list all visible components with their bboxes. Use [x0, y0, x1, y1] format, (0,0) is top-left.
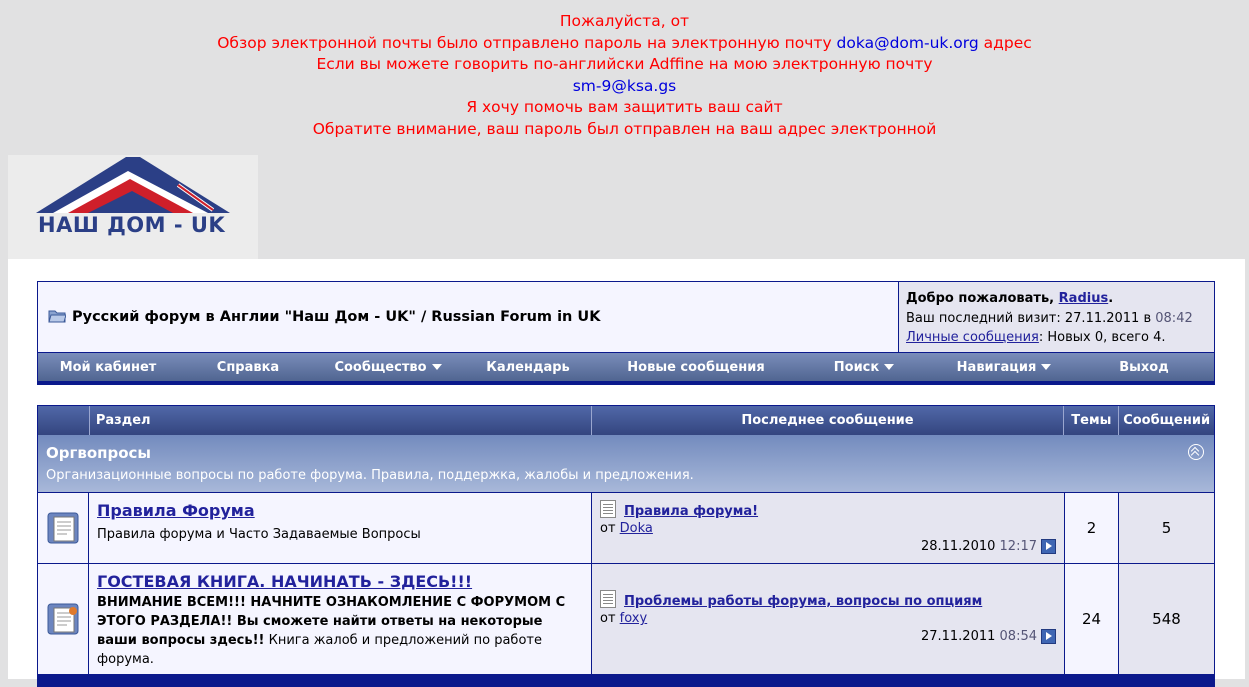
- forum-desc: ВНИМАНИЕ ВСЕМ!!! НАЧНИТЕ ОЗНАКОМЛЕНИЕ С …: [97, 593, 583, 669]
- nav-navigation[interactable]: Навигация: [934, 360, 1074, 375]
- nav-community[interactable]: Сообщество: [318, 360, 458, 375]
- last-post-time: 08:54: [999, 629, 1037, 644]
- col-icon: [38, 406, 90, 435]
- go-to-last-post-icon[interactable]: [1041, 539, 1056, 554]
- last-post-author-link[interactable]: foxy: [620, 611, 648, 626]
- nav-my-cabinet[interactable]: Мой кабинет: [38, 360, 178, 375]
- forum-status-icon: [38, 493, 88, 563]
- folder-icon: [48, 307, 67, 327]
- col-forum: Раздел: [90, 406, 592, 435]
- site-logo[interactable]: НАШ ДОМ - UK: [8, 155, 258, 259]
- forum-desc: Правила форума и Часто Задаваемые Вопрос…: [97, 527, 421, 542]
- threads-count: 2: [1065, 493, 1118, 563]
- spam-notice: Пожалуйста, от Обзор электронной почты б…: [0, 0, 1249, 141]
- category-name[interactable]: Оргвопросы: [46, 444, 1214, 462]
- last-post-title-link[interactable]: Правила форума!: [624, 504, 758, 519]
- last-visit-time: 08:42: [1155, 310, 1193, 326]
- col-last-post: Последнее сообщение: [592, 406, 1065, 435]
- nav-new-posts[interactable]: Новые сообщения: [598, 360, 794, 375]
- chevron-down-icon: [884, 364, 895, 370]
- forum-cell: ГОСТЕВАЯ КНИГА. НАЧИНАТЬ - ЗДЕСЬ!!! ВНИМ…: [89, 564, 591, 674]
- forum-table: Раздел Последнее сообщение Темы Сообщени…: [37, 405, 1215, 687]
- notice-line-5: Я хочу помочь вам защитить ваш сайт: [466, 98, 783, 117]
- welcome-box: Добро пожаловать, Radius. Ваш последний …: [899, 282, 1214, 352]
- last-post-by-label: от: [600, 521, 620, 536]
- last-post-cell: Проблемы работы форума, вопросы по опция…: [592, 564, 1064, 674]
- table-header: Раздел Последнее сообщение Темы Сообщени…: [38, 406, 1214, 435]
- nav-help[interactable]: Справка: [178, 360, 318, 375]
- forum-title-cell: Русский форум в Англии "Наш Дом - UK" / …: [38, 282, 899, 352]
- last-post-cell: Правила форума! от Doka 28.11.2010 12:17: [592, 493, 1064, 563]
- last-post-title-link[interactable]: Проблемы работы форума, вопросы по опция…: [624, 594, 982, 609]
- last-post-time: 12:17: [999, 539, 1037, 554]
- pm-status: : Новых 0, всего 4.: [1038, 330, 1166, 345]
- collapse-icon[interactable]: [1188, 444, 1204, 460]
- col-posts: Сообщений: [1123, 413, 1211, 428]
- username-link[interactable]: Radius: [1059, 291, 1109, 306]
- notice-line-2-text: Обзор электронной почты было отправлено …: [217, 33, 837, 52]
- notice-email-2: sm-9@ksa.gs: [572, 76, 677, 95]
- logo-house-icon: [36, 157, 258, 259]
- notice-email-1: doka@dom-uk.org: [836, 33, 979, 52]
- nav-logout[interactable]: Выход: [1074, 360, 1214, 375]
- forum-header: Русский форум в Англии "Наш Дом - UK" / …: [37, 281, 1215, 385]
- chevron-down-icon: [1041, 364, 1052, 370]
- page-body: Русский форум в Англии "Наш Дом - UK" / …: [8, 259, 1245, 687]
- post-icon: [600, 590, 616, 608]
- notice-line-2: Обзор электронной почты было отправлено …: [0, 33, 1249, 55]
- notice-line-6: Обратите внимание, ваш пароль был отправ…: [312, 119, 937, 138]
- post-icon: [600, 500, 616, 518]
- category-desc: Организационные вопросы по работе форума…: [46, 468, 694, 483]
- last-post-date: 27.11.2011: [920, 629, 996, 644]
- last-visit-label: Ваш последний визит: 27.11.2011 в: [906, 310, 1156, 326]
- navbar: Мой кабинет Справка Сообщество Календарь…: [38, 353, 1214, 381]
- last-post-author-link[interactable]: Doka: [620, 521, 653, 536]
- last-post-date: 28.11.2010: [920, 539, 996, 554]
- forum-title-link[interactable]: Правила Форума: [97, 501, 255, 520]
- nav-calendar[interactable]: Календарь: [458, 360, 598, 375]
- private-messages-link[interactable]: Личные сообщения: [906, 330, 1039, 345]
- category-header: Оргвопросы Организационные вопросы по ра…: [38, 435, 1214, 492]
- forum-status-icon: [38, 564, 88, 674]
- col-threads: Темы: [1064, 406, 1120, 435]
- threads-count: 24: [1065, 564, 1118, 674]
- table-row: Правила Форума Правила форума и Часто За…: [38, 493, 1214, 563]
- notice-line-2-tail: адрес: [978, 33, 1032, 52]
- last-post-by-label: от: [600, 611, 620, 626]
- logo-text: НАШ ДОМ - UK: [38, 213, 226, 237]
- notice-line-1: Пожалуйста, от: [559, 12, 690, 30]
- posts-count: 548: [1119, 564, 1214, 674]
- welcome-label: Добро пожаловать,: [906, 291, 1059, 306]
- forum-title-link[interactable]: ГОСТЕВАЯ КНИГА. НАЧИНАТЬ - ЗДЕСЬ!!!: [97, 572, 472, 591]
- posts-count: 5: [1119, 493, 1214, 563]
- notice-line-3: Если вы можете говорить по-английски Adf…: [316, 55, 933, 74]
- forum-cell: Правила Форума Правила форума и Часто За…: [89, 493, 591, 563]
- nav-search[interactable]: Поиск: [794, 360, 934, 375]
- forum-title: Русский форум в Англии "Наш Дом - UK" / …: [72, 309, 601, 325]
- chevron-down-icon: [431, 364, 442, 370]
- table-row: ГОСТЕВАЯ КНИГА. НАЧИНАТЬ - ЗДЕСЬ!!! ВНИМ…: [38, 564, 1214, 674]
- go-to-last-post-icon[interactable]: [1041, 629, 1056, 644]
